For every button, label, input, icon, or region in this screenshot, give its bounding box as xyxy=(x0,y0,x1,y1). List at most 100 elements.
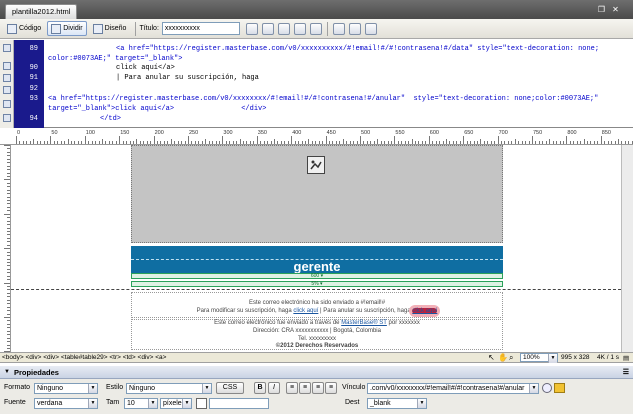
target-select[interactable]: _blank ▼ xyxy=(367,398,427,409)
align-center-icon[interactable]: ≡ xyxy=(299,382,311,394)
line-number: 93 xyxy=(29,95,38,103)
line-number: 89 xyxy=(29,45,38,53)
text-color-picker[interactable] xyxy=(196,398,207,409)
document-tab[interactable]: plantilla2012.html xyxy=(5,4,78,19)
ruler-tick xyxy=(311,141,313,144)
tag-selector[interactable]: <body> <div> <div> <table#table29> <tr> … xyxy=(2,354,166,361)
collapse-icon[interactable]: ▼ xyxy=(4,369,10,375)
align-left-icon[interactable]: ≡ xyxy=(286,382,298,394)
ruler-tick xyxy=(205,139,207,144)
ruler-label: 350 xyxy=(257,130,267,136)
style-select[interactable]: Ninguno ▼ xyxy=(126,383,212,394)
ruler-tick xyxy=(274,139,275,144)
ruler-tick xyxy=(621,141,623,144)
css-button[interactable]: CSS xyxy=(216,382,244,394)
modify-subscription-link[interactable]: click aquí xyxy=(293,308,318,314)
restore-icon[interactable]: ❐ xyxy=(596,4,607,15)
ruler-tick xyxy=(225,141,227,144)
ruler-tick xyxy=(184,141,186,144)
ruler-tick xyxy=(177,141,179,144)
unsubscribe-link[interactable]: click aquí xyxy=(412,308,438,314)
window-size[interactable]: 995 x 328 xyxy=(561,354,590,361)
code-view-button[interactable]: Código xyxy=(3,21,45,36)
ruler-tick xyxy=(349,141,351,144)
vertical-scrollbar[interactable] xyxy=(621,145,633,352)
select-parent-tag-icon[interactable] xyxy=(3,100,11,108)
debug-browser-icon[interactable] xyxy=(277,22,290,35)
ruler-tick xyxy=(335,141,337,144)
code-view[interactable]: 89 90 91 92 93 94 <a href="https://regis… xyxy=(0,40,633,128)
code-line: </td> xyxy=(100,115,122,123)
ruler-tick xyxy=(7,148,10,150)
close-icon[interactable]: ✕ xyxy=(610,4,621,15)
ruler-tick xyxy=(77,141,79,144)
split-view-button[interactable]: Dividir xyxy=(47,21,87,36)
ruler-tick xyxy=(174,141,176,144)
footer-sent-via: Este correo electrónico fue enviado a tr… xyxy=(214,320,420,326)
design-view-button[interactable]: Diseño xyxy=(89,21,131,36)
select-tool-icon[interactable]: ↖ xyxy=(488,353,495,362)
bold-button[interactable]: B xyxy=(254,382,266,394)
line-number: 90 xyxy=(29,64,38,72)
collapse-selection-icon[interactable] xyxy=(3,74,11,82)
ruler-tick xyxy=(243,141,245,144)
title-input[interactable]: xxxxxxxxxx xyxy=(161,22,240,35)
link-input[interactable]: .com/v0/xxxxxxxx/#!email!#/#!contrasena!… xyxy=(367,383,539,394)
ruler-tick xyxy=(342,139,344,144)
ruler-tick xyxy=(139,141,141,144)
ruler-tick xyxy=(46,141,48,144)
zoom-tool-icon[interactable]: ⌕ xyxy=(509,353,513,363)
ruler-label: 150 xyxy=(120,130,130,136)
ruler-tick xyxy=(291,136,293,144)
ruler-tick xyxy=(607,141,609,144)
ruler-tick xyxy=(7,303,10,305)
ruler-tick xyxy=(7,289,10,291)
expand-all-icon[interactable] xyxy=(3,86,11,94)
properties-panel-header[interactable]: ▼ Propiedades ☰ xyxy=(0,366,633,379)
font-select[interactable]: verdana ▼ xyxy=(34,398,98,409)
browse-folder-icon[interactable] xyxy=(554,383,565,393)
chevron-down-icon: ▼ xyxy=(88,384,97,393)
ruler-tick xyxy=(7,220,10,222)
ruler-tick xyxy=(260,141,262,144)
size-unit-select[interactable]: píxele ▼ xyxy=(160,398,192,409)
visual-aids-icon[interactable] xyxy=(293,22,306,35)
line-number: 92 xyxy=(29,85,38,93)
text-color-input[interactable] xyxy=(209,398,269,409)
panel-menu-icon[interactable]: ☰ xyxy=(623,368,629,376)
image-placeholder-icon[interactable] xyxy=(307,156,325,174)
code-line: <a href="https://register.masterbase.com… xyxy=(48,95,599,103)
ruler-tick xyxy=(19,141,21,144)
size-select[interactable]: 10 ▼ xyxy=(124,398,158,409)
preview-browser-icon[interactable] xyxy=(261,22,274,35)
coding-toolbar xyxy=(0,40,14,128)
italic-button[interactable]: I xyxy=(268,382,280,394)
align-right-icon[interactable]: ≡ xyxy=(312,382,324,394)
code-icon xyxy=(7,23,17,34)
ruler-tick xyxy=(7,162,10,164)
line-number: 94 xyxy=(29,115,38,123)
open-documents-icon[interactable] xyxy=(3,44,11,52)
design-view[interactable]: gerente 600 ▾ 5% ▾ Este correo electróni… xyxy=(11,145,621,352)
balance-braces-icon[interactable] xyxy=(3,114,11,122)
validate-markup-icon[interactable] xyxy=(309,22,322,35)
format-select[interactable]: Ninguno ▼ xyxy=(34,383,98,394)
column-width-indicator[interactable]: 5% ▾ xyxy=(131,281,503,287)
justify-icon[interactable]: ≡ xyxy=(325,382,337,394)
table-width-indicator[interactable]: 600 ▾ xyxy=(131,273,503,279)
zoom-select[interactable]: 100% ▼ xyxy=(520,353,558,363)
collapse-tag-icon[interactable] xyxy=(3,62,11,70)
point-to-file-icon[interactable] xyxy=(542,383,552,393)
vertical-ruler xyxy=(0,145,11,353)
ruler-tick xyxy=(7,275,10,277)
masterbase-link[interactable]: MasterBase® ST xyxy=(341,320,387,326)
ruler-tick xyxy=(408,141,410,144)
ruler-tick xyxy=(7,231,10,232)
check-page-icon[interactable] xyxy=(364,22,377,35)
ruler-tick xyxy=(270,141,272,144)
view-options-icon[interactable] xyxy=(348,22,361,35)
file-management-icon[interactable] xyxy=(245,22,258,35)
header-image-area[interactable] xyxy=(131,145,503,243)
hand-tool-icon[interactable]: ✋ xyxy=(498,353,508,362)
refresh-icon[interactable] xyxy=(332,22,345,35)
